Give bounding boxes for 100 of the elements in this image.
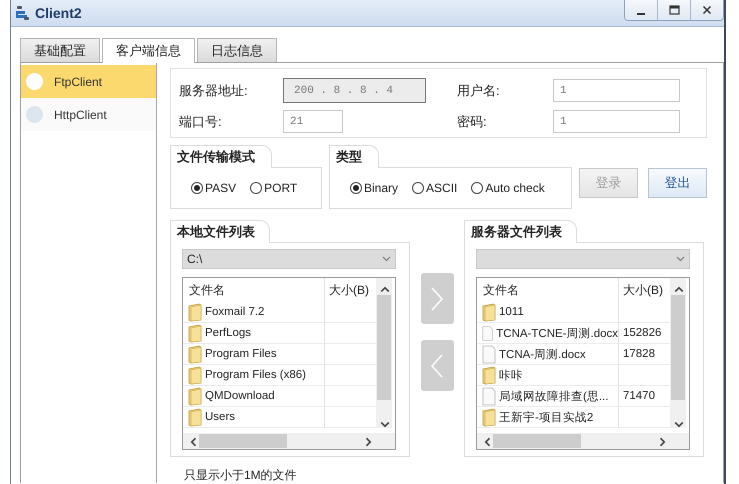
file-name: Foxmail 7.2 <box>205 306 264 318</box>
size-cell <box>324 386 376 407</box>
username-field[interactable]: 1 <box>553 79 680 102</box>
minimize-icon <box>637 13 645 15</box>
folder-icon <box>188 344 202 364</box>
radio-button[interactable] <box>191 182 203 194</box>
size-cell: 71470 <box>618 386 670 407</box>
file-name: 咔咔 <box>499 368 523 382</box>
size-cell <box>618 302 670 323</box>
size-cell: 152826 <box>618 323 670 344</box>
file-row[interactable]: Users <box>183 407 324 428</box>
tab[interactable]: 基础配置 <box>20 38 100 62</box>
path-value: C:\ <box>187 252 202 266</box>
radio-label[interactable]: Auto check <box>485 181 545 195</box>
tab[interactable]: 客户端信息 <box>102 38 195 63</box>
file-row[interactable]: TCNA-TCNE-周测.docx <box>477 323 618 344</box>
file-name: 1011 <box>499 306 524 318</box>
file-name: QMDownload <box>205 390 275 402</box>
scroll-down-icon[interactable] <box>380 420 390 430</box>
folder-icon <box>482 408 496 426</box>
password-field[interactable]: 1 <box>553 110 680 133</box>
size-cell <box>618 407 670 428</box>
radio-label[interactable]: ASCII <box>426 181 458 195</box>
scroll-up-icon[interactable] <box>674 284 684 294</box>
scroll-right-icon[interactable] <box>658 437 668 447</box>
file-row[interactable]: 王新宇-项目实战2 <box>477 407 618 428</box>
horizontal-scrollbar[interactable] <box>183 433 379 449</box>
size-cell <box>324 365 376 386</box>
file-icon <box>482 324 494 342</box>
tab[interactable]: 日志信息 <box>197 38 277 62</box>
column-header[interactable]: 文件名 <box>477 278 618 302</box>
close-icon <box>702 5 712 15</box>
file-row[interactable]: PerfLogs <box>183 323 324 344</box>
path-dropdown[interactable]: C:\ <box>182 249 396 269</box>
column-header[interactable]: 文件名 <box>183 278 324 302</box>
file-name: 局域网故障排查(思... <box>499 390 608 404</box>
app-icon <box>15 5 31 21</box>
field-label: 用户名: <box>457 82 501 100</box>
field-label: 密码: <box>457 112 488 130</box>
horizontal-scrollbar[interactable] <box>477 433 673 449</box>
chevron-right-icon <box>430 286 444 312</box>
sidebar-item[interactable]: HttpClient <box>21 98 156 131</box>
dropdown-caret-icon <box>676 256 685 262</box>
file-name: TCNA-TCNE-周测.docx <box>496 326 618 340</box>
folder-icon <box>188 302 202 322</box>
scroll-right-icon[interactable] <box>364 437 374 447</box>
folder-icon <box>188 324 202 342</box>
file-row[interactable]: QMDownload <box>183 386 324 407</box>
file-icon <box>482 344 496 364</box>
file-row[interactable]: 局域网故障排查(思... <box>477 386 618 407</box>
radio-button[interactable] <box>471 182 484 194</box>
window-title: Client2 <box>35 5 82 21</box>
filter-note: 只显示小于1M的文件 <box>184 467 298 483</box>
field-label: 服务器地址: <box>179 82 249 100</box>
group-title: 服务器文件列表 <box>464 220 577 243</box>
radio-button[interactable] <box>412 182 424 194</box>
size-cell: 17828 <box>618 344 670 365</box>
file-icon <box>482 386 496 406</box>
maximize-icon <box>668 5 680 15</box>
file-row[interactable]: TCNA-周测.docx <box>477 344 618 365</box>
file-name: Program Files (x86) <box>205 369 306 381</box>
scroll-left-icon[interactable] <box>482 437 492 447</box>
scrollbar-corner <box>673 433 689 449</box>
close-button[interactable] <box>690 0 723 20</box>
field-label: 端口号: <box>179 112 223 130</box>
folder-icon <box>482 366 496 384</box>
file-row[interactable]: 咔咔 <box>477 365 618 386</box>
group-title: 类型 <box>329 145 379 168</box>
radio-label[interactable]: Binary <box>364 181 398 195</box>
radio-button[interactable] <box>350 182 362 194</box>
radio-label[interactable]: PORT <box>264 181 298 195</box>
ip-address-field[interactable]: 200 . 8 . 8 . 4 <box>283 78 426 103</box>
size-cell <box>324 323 376 344</box>
maximize-button[interactable] <box>657 0 690 20</box>
radio-label[interactable]: PASV <box>205 181 236 195</box>
radio-button[interactable] <box>250 182 262 194</box>
folder-icon <box>188 366 202 384</box>
file-row[interactable]: 1011 <box>477 302 618 323</box>
size-cell <box>324 407 376 428</box>
file-row[interactable]: Foxmail 7.2 <box>183 302 324 323</box>
vertical-scrollbar[interactable] <box>670 278 686 428</box>
file-row[interactable]: Program Files (x86) <box>183 365 324 386</box>
size-cell <box>324 344 376 365</box>
folder-icon <box>188 386 202 406</box>
vertical-scrollbar[interactable] <box>376 278 392 428</box>
minimize-button[interactable] <box>625 0 657 20</box>
scroll-left-icon[interactable] <box>188 437 198 447</box>
group-title: 文件传输模式 <box>170 145 272 168</box>
size-cell <box>618 365 670 386</box>
file-row[interactable]: Program Files <box>183 344 324 365</box>
scroll-up-icon[interactable] <box>380 284 390 294</box>
port-field[interactable]: 21 <box>283 110 343 133</box>
file-name: Program Files <box>205 348 277 360</box>
dropdown-caret-icon <box>382 256 391 262</box>
sidebar-item[interactable]: FtpClient <box>21 65 156 98</box>
chevron-left-icon <box>430 352 444 378</box>
action-button[interactable]: 登出 <box>648 168 707 198</box>
file-name: TCNA-周测.docx <box>499 348 586 362</box>
file-name: PerfLogs <box>205 327 252 339</box>
scroll-down-icon[interactable] <box>674 420 684 430</box>
